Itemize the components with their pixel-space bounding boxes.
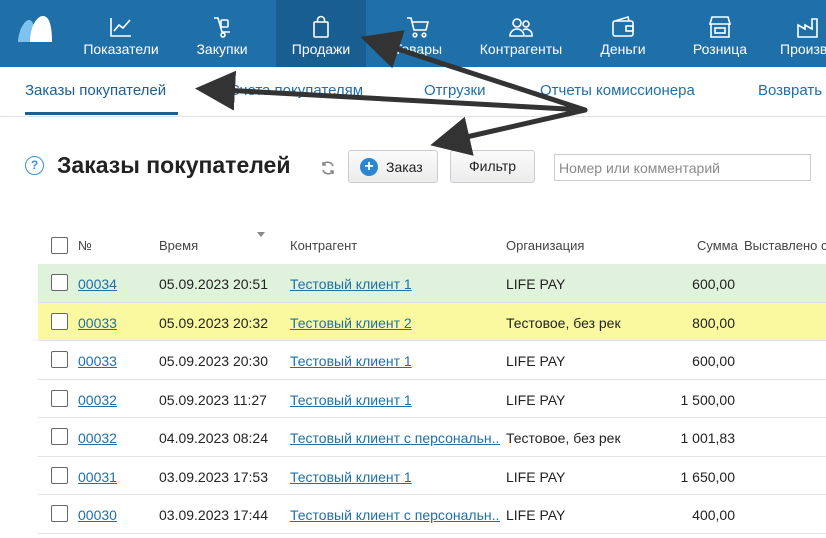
- counterparty-link[interactable]: Тестовый клиент 2: [290, 315, 412, 331]
- column-header-organization[interactable]: Организация: [506, 238, 584, 253]
- order-number-link[interactable]: 00034: [78, 276, 117, 292]
- nav-label: Показатели: [83, 41, 159, 57]
- store-icon: [708, 16, 732, 38]
- add-order-label: Заказ: [386, 159, 423, 175]
- counterparty-link[interactable]: Тестовый клиент 1: [290, 276, 412, 292]
- organization: LIFE PAY: [506, 468, 566, 485]
- logo-icon[interactable]: [16, 14, 54, 44]
- nav-label: Розница: [692, 41, 748, 57]
- subnav-customer-invoices[interactable]: Счета покупателям: [229, 82, 363, 99]
- order-sum: 1 001,83: [680, 430, 736, 446]
- nav-label: Продажи: [291, 41, 351, 57]
- order-time: 05.09.2023 20:32: [159, 314, 268, 331]
- counterparty-link[interactable]: Тестовый клиент 1: [290, 469, 412, 485]
- sub-navigation-bar: Заказы покупателей Счета покупателям Отг…: [0, 67, 826, 117]
- organization: LIFE PAY: [506, 391, 566, 408]
- order-sum: 1 500,00: [680, 391, 736, 408]
- table-row[interactable]: 00033 05.09.2023 20:30 Тестовый клиент 1 LI…: [38, 341, 826, 380]
- row-checkbox[interactable]: [51, 505, 68, 522]
- nav-label: Контрагенты: [479, 41, 563, 57]
- order-time: 05.09.2023 20:51: [159, 276, 268, 292]
- table-row[interactable]: 00033 05.09.2023 20:32 Тестовый клиент 2 Те…: [38, 302, 826, 341]
- table-row[interactable]: 00032 05.09.2023 11:27 Тестовый клиент 1 LI…: [38, 379, 826, 418]
- nav-item-purchases[interactable]: Закупки: [186, 0, 258, 67]
- factory-icon: [797, 18, 818, 38]
- people-icon: [509, 18, 533, 37]
- table-row[interactable]: 00032 04.09.2023 08:24 Тестовый клиент с п…: [38, 418, 826, 457]
- organization: Тестовое, без рек: [506, 430, 621, 446]
- top-navigation-bar: Показатели Закупки Продажи Товары Контра…: [0, 0, 826, 67]
- order-time: 03.09.2023 17:44: [159, 507, 268, 523]
- filter-button[interactable]: Фильтр: [450, 150, 535, 183]
- order-time: 04.09.2023 08:24: [159, 430, 268, 446]
- nav-item-indicators[interactable]: Показатели: [80, 0, 162, 67]
- counterparty-link[interactable]: Тестовый клиент с персональн...: [290, 507, 500, 523]
- subnav-commission-reports[interactable]: Отчеты комиссионера: [540, 82, 695, 99]
- column-header-invoiced[interactable]: Выставлено с: [744, 238, 826, 253]
- shopping-cart-icon: [407, 17, 430, 38]
- counterparty-link[interactable]: Тестовый клиент 1: [290, 353, 412, 369]
- order-number-link[interactable]: 00030: [78, 507, 117, 523]
- refresh-icon[interactable]: [320, 160, 336, 176]
- page-title: Заказы покупателей: [57, 152, 291, 178]
- nav-item-retail[interactable]: Розница: [686, 0, 754, 67]
- organization: LIFE PAY: [506, 507, 566, 523]
- order-time: 05.09.2023 11:27: [159, 391, 267, 408]
- order-number-link[interactable]: 00033: [78, 353, 117, 369]
- subnav-customer-orders[interactable]: Заказы покупателей: [25, 82, 166, 99]
- add-order-button[interactable]: + Заказ: [348, 150, 438, 183]
- plus-icon: +: [360, 158, 378, 176]
- select-all-checkbox[interactable]: [51, 237, 68, 254]
- counterparty-link[interactable]: Тестовый клиент с персональн...: [290, 430, 500, 446]
- table-row[interactable]: 00031 03.09.2023 17:53 Тестовый клиент 1 LI…: [38, 456, 826, 495]
- order-number-link[interactable]: 00033: [78, 315, 117, 331]
- table-row[interactable]: 00030 03.09.2023 17:44 Тестовый клиент с п…: [38, 495, 826, 534]
- organization: LIFE PAY: [506, 353, 566, 369]
- counterparty-link[interactable]: Тестовый клиент 1: [290, 392, 412, 408]
- order-time: 05.09.2023 20:30: [159, 353, 268, 369]
- nav-item-money[interactable]: Деньги: [592, 0, 654, 67]
- table-header: № Время Контрагент Организация Сумма Выс…: [38, 228, 826, 264]
- order-sum: 800,00: [692, 314, 735, 331]
- help-icon[interactable]: ?: [25, 156, 44, 175]
- column-header-time[interactable]: Время: [159, 238, 198, 253]
- chart-icon: [110, 18, 131, 37]
- order-sum: 400,00: [692, 507, 735, 523]
- cart-dolly-icon: [214, 17, 230, 38]
- nav-item-sales[interactable]: Продажи: [276, 0, 366, 67]
- table-row[interactable]: 00034 05.09.2023 20:51 Тестовый клиент 1 LI…: [38, 264, 826, 303]
- organization: LIFE PAY: [506, 276, 566, 292]
- nav-label: Товары: [393, 41, 443, 57]
- row-checkbox[interactable]: [51, 312, 68, 330]
- subnav-shipments[interactable]: Отгрузки: [424, 82, 486, 99]
- column-header-number[interactable]: №: [78, 238, 92, 253]
- nav-item-goods[interactable]: Товары: [386, 0, 450, 67]
- nav-item-production[interactable]: Произв: [776, 0, 826, 67]
- order-sum: 600,00: [692, 276, 735, 292]
- column-header-sum[interactable]: Сумма: [697, 238, 738, 253]
- order-sum: 1 650,00: [680, 468, 736, 485]
- order-number-link[interactable]: 00031: [78, 469, 117, 485]
- column-header-counterparty[interactable]: Контрагент: [290, 238, 357, 253]
- row-checkbox[interactable]: [51, 351, 68, 368]
- shopping-bag-icon: [313, 15, 329, 38]
- organization: Тестовое, без рек: [506, 314, 621, 331]
- row-checkbox[interactable]: [51, 389, 68, 407]
- sort-arrow-icon: [257, 232, 265, 237]
- nav-item-counterparties[interactable]: Контрагенты: [472, 0, 570, 67]
- nav-label: Деньги: [600, 41, 646, 57]
- row-checkbox[interactable]: [51, 274, 68, 291]
- nav-label: Произв: [780, 41, 826, 57]
- row-checkbox[interactable]: [51, 428, 68, 445]
- order-number-link[interactable]: 00032: [78, 430, 117, 446]
- nav-label: Закупки: [196, 41, 248, 57]
- order-sum: 600,00: [692, 353, 735, 369]
- subnav-returns[interactable]: Возврать: [758, 82, 822, 99]
- row-checkbox[interactable]: [51, 466, 68, 484]
- search-input[interactable]: [554, 154, 811, 181]
- order-number-link[interactable]: 00032: [78, 392, 117, 408]
- wallet-icon: [612, 15, 634, 37]
- order-time: 03.09.2023 17:53: [159, 468, 268, 485]
- active-tab-underline: [25, 112, 178, 115]
